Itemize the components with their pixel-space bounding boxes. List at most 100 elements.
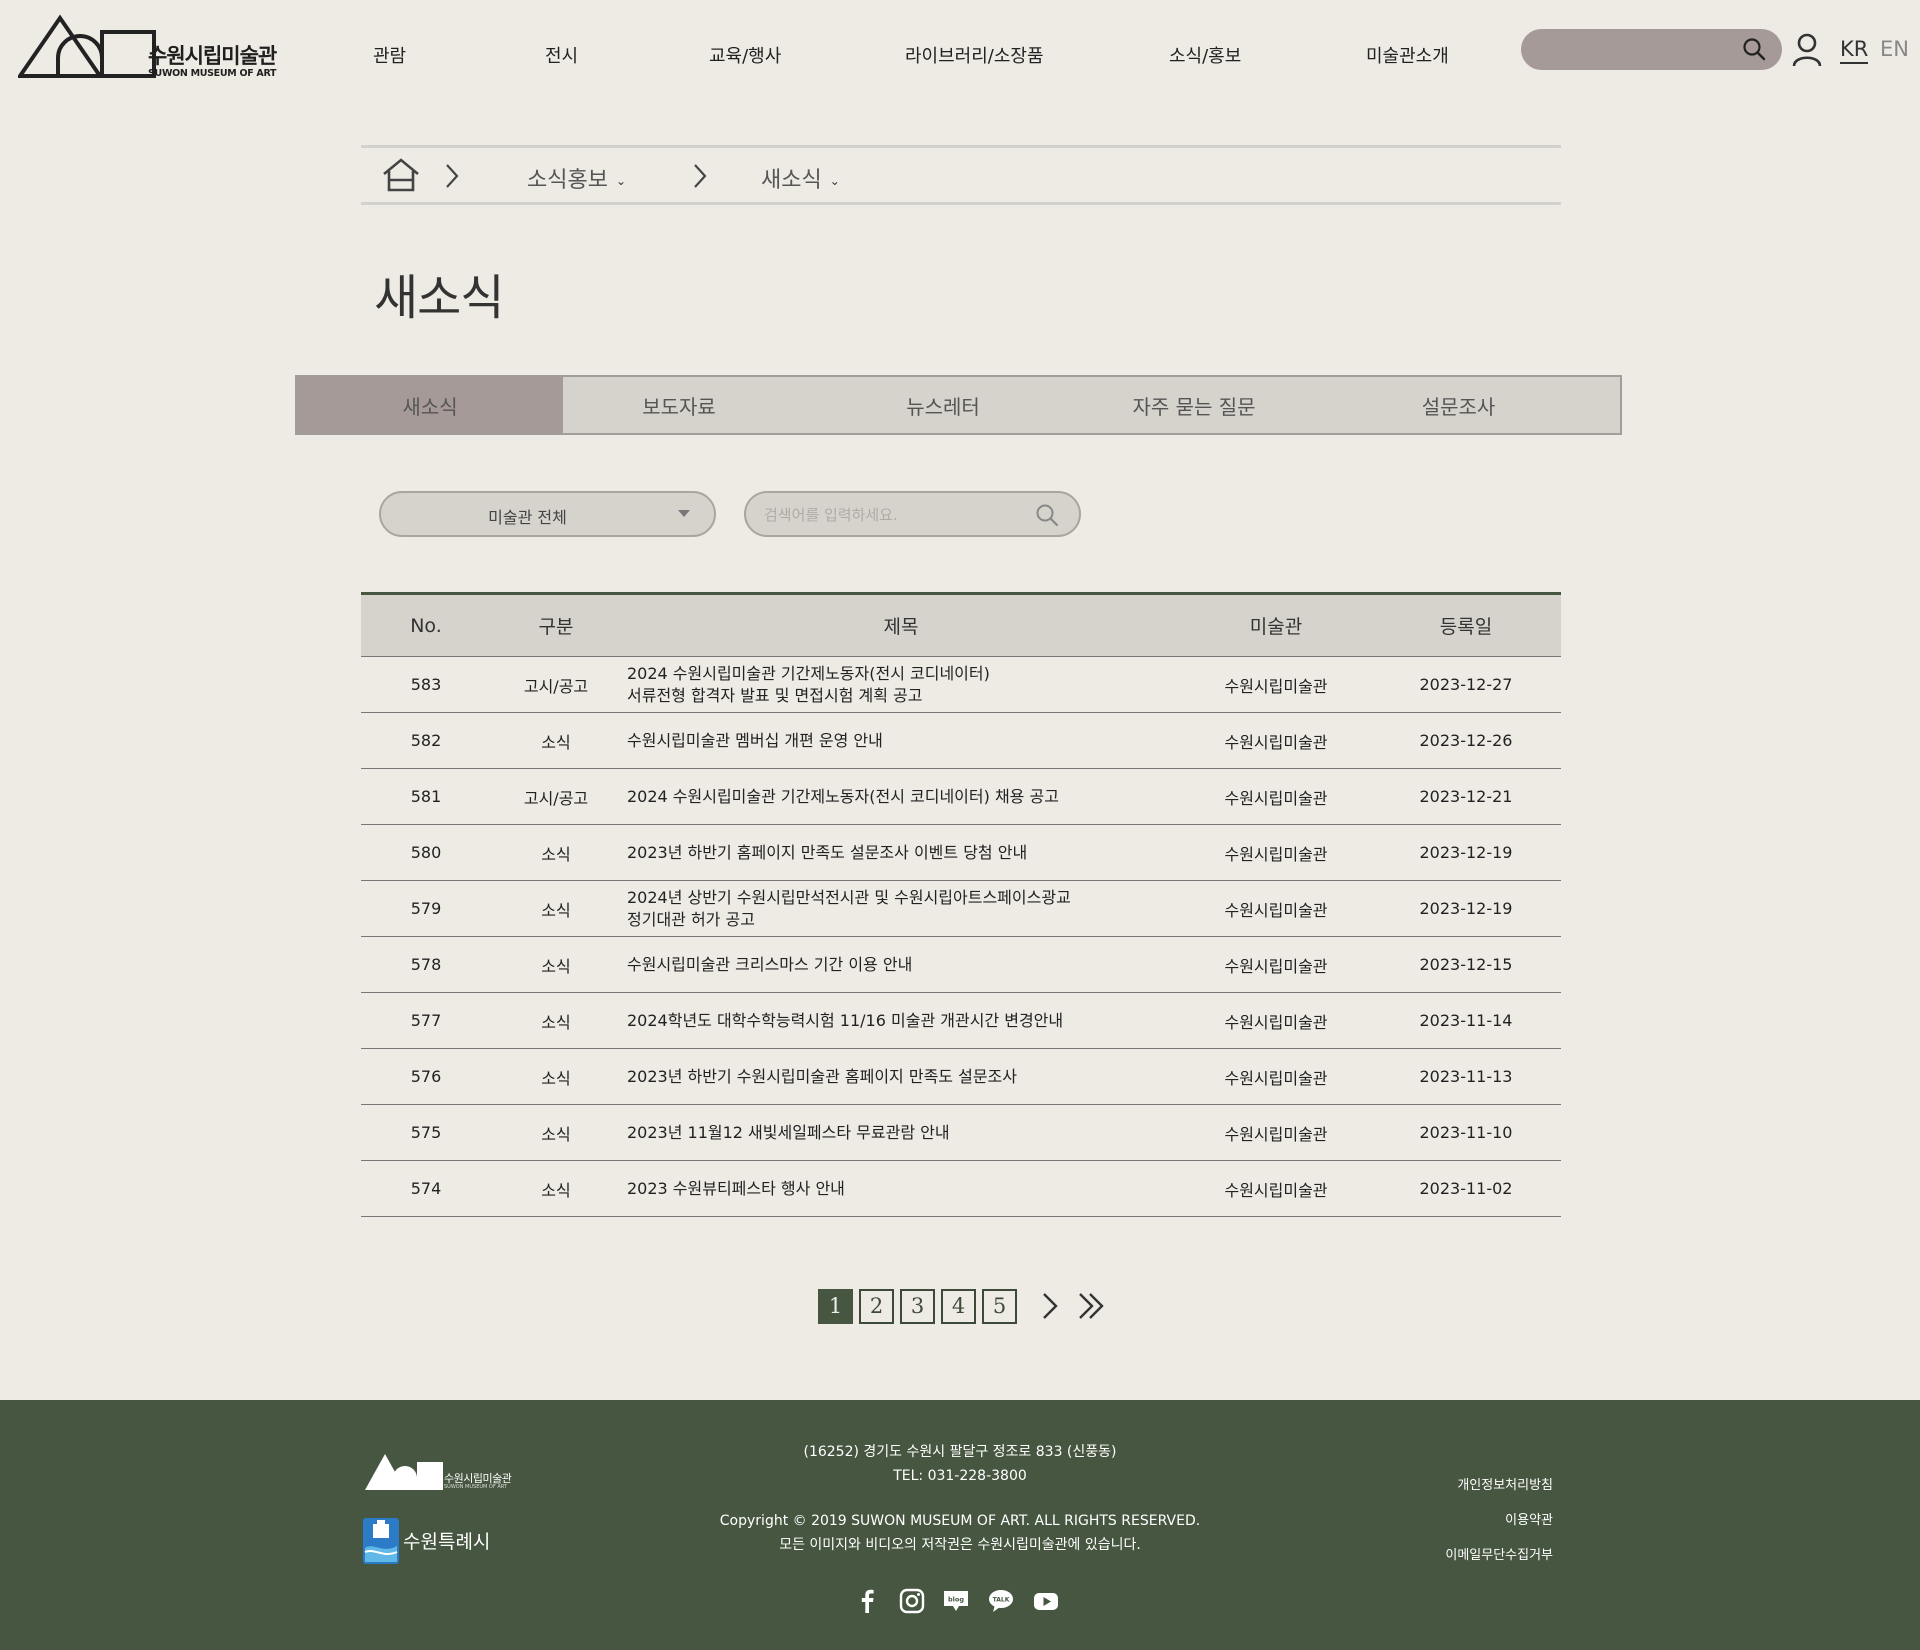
search-icon[interactable] <box>1742 37 1766 61</box>
row-no-text: 576 <box>410 1067 442 1086</box>
row-date: 2023-12-19 <box>1371 825 1561 881</box>
table-row[interactable]: 579 소식 2024년 상반기 수원시립만석전시관 및 수원시립아트스페이스광교 … <box>361 881 1561 937</box>
table-row[interactable]: 583 고시/공고 2024 수원시립미술관 기간제노동자(전시 코디네이터) 서류… <box>361 656 1561 713</box>
row-date: 2023-11-14 <box>1371 993 1561 1049</box>
search-input[interactable] <box>764 502 1024 528</box>
tab-press[interactable]: 보도자료 <box>563 377 795 433</box>
row-museum: 수원시립미술관 <box>1181 1161 1371 1217</box>
blog-icon[interactable]: blog <box>942 1587 970 1615</box>
home-icon[interactable] <box>381 156 421 194</box>
table-row[interactable]: 581 고시/공고 2024 수원시립미술관 기간제노동자(전시 코디네이터) 채용… <box>361 769 1561 825</box>
lang-en-link[interactable]: EN <box>1880 37 1909 61</box>
chevron-down-icon: ⌄ <box>615 174 627 188</box>
row-no-text: 583 <box>410 675 442 694</box>
page-button-2[interactable]: 2 <box>859 1288 894 1324</box>
row-no: 577 <box>361 993 491 1049</box>
nav-item-about[interactable]: 미술관소개 <box>1366 42 1449 68</box>
table-row[interactable]: 576 소식 2023년 하반기 수원시립미술관 홈페이지 만족도 설문조사 수원시립… <box>361 1049 1561 1105</box>
page-button-3[interactable]: 3 <box>900 1288 935 1324</box>
kakaotalk-icon[interactable]: TALK <box>987 1587 1015 1615</box>
col-header-title: 제목 <box>883 616 919 638</box>
row-date-text: 2023-11-13 <box>1419 1067 1513 1086</box>
row-category-text: 고시/공고 <box>523 676 589 696</box>
row-museum: 수원시립미술관 <box>1181 1105 1371 1161</box>
row-title[interactable]: 2023년 하반기 수원시립미술관 홈페이지 만족도 설문조사 <box>621 1049 1181 1105</box>
breadcrumb-section-label: 소식홍보 <box>527 168 608 193</box>
user-icon[interactable] <box>1791 33 1823 67</box>
nav-item-library[interactable]: 라이브러리/소장품 <box>905 42 1044 68</box>
table-row[interactable]: 582 소식 수원시립미술관 멤버십 개편 운영 안내 수원시립미술관 2023-12-… <box>361 713 1561 769</box>
row-date-text: 2023-12-27 <box>1419 675 1513 694</box>
table-row[interactable]: 575 소식 2023년 11월12 새빛세일페스타 무료관람 안내 수원시립미술관 2… <box>361 1105 1561 1161</box>
search-icon[interactable] <box>1035 503 1059 527</box>
row-date: 2023-11-02 <box>1371 1161 1561 1217</box>
row-date: 2023-11-10 <box>1371 1105 1561 1161</box>
site-header: 수원시립미술관 SUWON MUSEUM OF ART 관람 전시 교육/행사 … <box>0 0 1920 110</box>
tab-news[interactable]: 새소식 <box>297 377 563 433</box>
breadcrumb-section-dropdown[interactable]: 소식홍보 ⌄ <box>527 162 626 194</box>
footer-rights: 모든 이미지와 비디오의 저작권은 수원시립미술관에 있습니다. <box>779 1537 1141 1553</box>
breadcrumb-page-label: 새소식 <box>761 168 822 193</box>
row-title[interactable]: 2023년 11월12 새빛세일페스타 무료관람 안내 <box>621 1105 1181 1161</box>
row-date: 2023-12-26 <box>1371 713 1561 769</box>
nav-item-news[interactable]: 소식/홍보 <box>1169 42 1241 68</box>
row-date-text: 2023-12-19 <box>1419 899 1513 918</box>
row-date-text: 2023-12-15 <box>1419 955 1513 974</box>
footer-address: (16252) 경기도 수원시 팔달구 정조로 833 (신풍동) <box>803 1444 1117 1460</box>
news-table: No. 구분 제목 미술관 등록일 583 고시/공고 2024 수원시립미술관 기… <box>361 592 1561 1217</box>
row-title[interactable]: 2024 수원시립미술관 기간제노동자(전시 코디네이터) 채용 공고 <box>621 769 1181 825</box>
col-header-museum: 미술관 <box>1249 616 1303 638</box>
youtube-icon[interactable] <box>1032 1587 1060 1615</box>
page-button-1[interactable]: 1 <box>818 1288 853 1324</box>
row-title-text: 2023년 하반기 홈페이지 만족도 설문조사 이벤트 당첨 안내 <box>627 842 1028 862</box>
row-museum: 수원시립미술관 <box>1181 769 1371 825</box>
row-no-text: 582 <box>410 731 442 750</box>
row-museum-text: 수원시립미술관 <box>1224 956 1328 976</box>
row-title[interactable]: 2024학년도 대학수학능력시험 11/16 미술관 개관시간 변경안내 <box>621 993 1181 1049</box>
row-no: 581 <box>361 769 491 825</box>
instagram-icon[interactable] <box>898 1587 926 1615</box>
table-row[interactable]: 577 소식 2024학년도 대학수학능력시험 11/16 미술관 개관시간 변경안… <box>361 993 1561 1049</box>
svg-text:TALK: TALK <box>993 1597 1010 1604</box>
row-title[interactable]: 수원시립미술관 멤버십 개편 운영 안내 <box>621 713 1181 769</box>
row-category-text: 고시/공고 <box>523 788 589 808</box>
tab-survey[interactable]: 설문조사 <box>1297 377 1620 433</box>
row-museum: 수원시립미술관 <box>1181 1049 1371 1105</box>
museum-select[interactable]: 미술관 전체 <box>379 491 716 537</box>
row-category: 소식 <box>491 825 621 881</box>
row-title[interactable]: 2024년 상반기 수원시립만석전시관 및 수원시립아트스페이스광교 정기대관 … <box>621 881 1181 937</box>
row-category-text: 소식 <box>541 1068 571 1088</box>
row-no-text: 578 <box>410 955 442 974</box>
last-page-icon[interactable] <box>1077 1289 1107 1323</box>
table-row[interactable]: 574 소식 2023 수원뷰티페스타 행사 안내 수원시립미술관 2023-11-02 <box>361 1161 1561 1217</box>
lang-kr-link[interactable]: KR <box>1840 37 1869 64</box>
row-title[interactable]: 2024 수원시립미술관 기간제노동자(전시 코디네이터) 서류전형 합격자 발… <box>621 657 1181 713</box>
facebook-icon[interactable] <box>853 1587 881 1615</box>
footer-tel: TEL: 031-228-3800 <box>893 1468 1027 1484</box>
tab-faq[interactable]: 자주 묻는 질문 <box>1091 377 1297 433</box>
nav-item-education[interactable]: 교육/행사 <box>709 42 781 68</box>
header-search-bar[interactable] <box>1521 29 1782 70</box>
page-button-5[interactable]: 5 <box>982 1288 1017 1324</box>
footer-link-email-refusal[interactable]: 이메일무단수집거부 <box>1445 1544 1553 1563</box>
page-button-4[interactable]: 4 <box>941 1288 976 1324</box>
row-title[interactable]: 수원시립미술관 크리스마스 기간 이용 안내 <box>621 937 1181 993</box>
next-page-icon[interactable] <box>1035 1289 1065 1323</box>
row-title[interactable]: 2023 수원뷰티페스타 행사 안내 <box>621 1161 1181 1217</box>
row-title[interactable]: 2023년 하반기 홈페이지 만족도 설문조사 이벤트 당첨 안내 <box>621 825 1181 881</box>
nav-item-visit[interactable]: 관람 <box>373 42 406 68</box>
tab-newsletter[interactable]: 뉴스레터 <box>795 377 1091 433</box>
breadcrumb-page-dropdown[interactable]: 새소식 ⌄ <box>761 162 840 194</box>
footer-link-privacy[interactable]: 개인정보처리방침 <box>1457 1474 1553 1493</box>
footer-copyright: Copyright © 2019 SUWON MUSEUM OF ART. AL… <box>719 1513 1201 1529</box>
table-row[interactable]: 578 소식 수원시립미술관 크리스마스 기간 이용 안내 수원시립미술관 2023-1… <box>361 937 1561 993</box>
footer-link-terms[interactable]: 이용약관 <box>1505 1509 1553 1528</box>
row-museum: 수원시립미술관 <box>1181 993 1371 1049</box>
suwon-city-logo-icon[interactable] <box>363 1518 399 1564</box>
row-museum: 수원시립미술관 <box>1181 657 1371 713</box>
nav-item-exhibition[interactable]: 전시 <box>545 42 578 68</box>
row-museum: 수원시립미술관 <box>1181 713 1371 769</box>
row-title-text: 2024년 상반기 수원시립만석전시관 및 수원시립아트스페이스광교 정기대관 … <box>627 887 1071 929</box>
col-header-no: No. <box>410 614 442 637</box>
table-row[interactable]: 580 소식 2023년 하반기 홈페이지 만족도 설문조사 이벤트 당첨 안내 수원… <box>361 825 1561 881</box>
